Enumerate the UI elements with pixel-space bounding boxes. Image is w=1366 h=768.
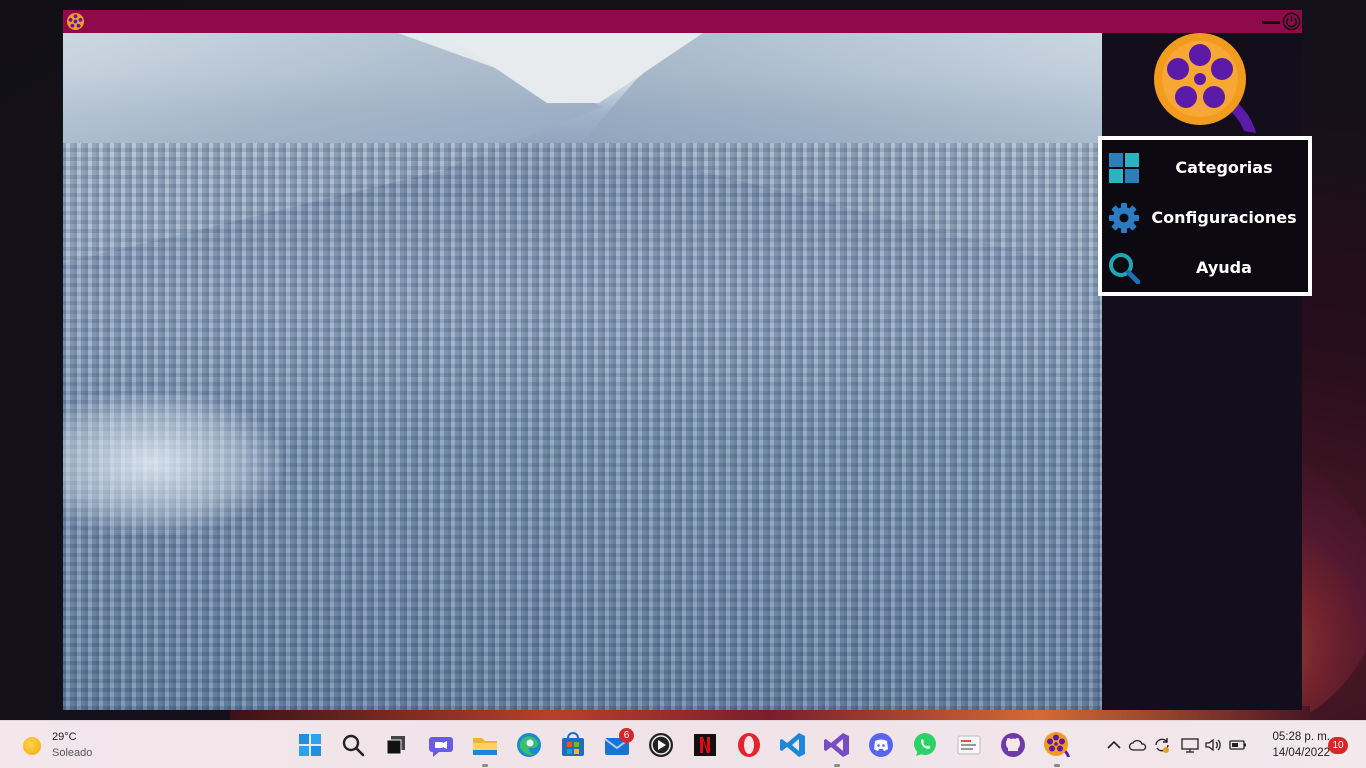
visual-studio-icon bbox=[824, 733, 849, 757]
power-button[interactable] bbox=[1282, 12, 1301, 31]
chevron-up-icon bbox=[1107, 740, 1121, 749]
mail-badge: 6 bbox=[619, 728, 634, 743]
whatsapp-icon bbox=[914, 733, 936, 756]
video-frame-snow bbox=[63, 393, 283, 533]
netflix-button[interactable] bbox=[690, 730, 720, 760]
media-player-icon bbox=[649, 733, 673, 757]
menu-item-label: Categorias bbox=[1175, 158, 1273, 177]
running-indicator bbox=[834, 764, 840, 767]
chat-button[interactable] bbox=[426, 730, 456, 760]
app-logo-icon bbox=[66, 12, 85, 31]
github-button[interactable] bbox=[998, 730, 1028, 760]
running-indicator bbox=[1054, 764, 1060, 767]
main-menu: Categorias Configuraciones Ayuda bbox=[1098, 136, 1312, 296]
video-player[interactable] bbox=[63, 33, 1102, 710]
menu-item-label: Configuraciones bbox=[1151, 208, 1297, 227]
start-icon bbox=[299, 734, 321, 756]
movie-app-icon bbox=[1044, 732, 1070, 757]
onedrive-tray[interactable] bbox=[1128, 735, 1148, 755]
running-indicator bbox=[482, 764, 488, 767]
weather-widget[interactable]: 29°C Soleado bbox=[20, 729, 130, 763]
chat-icon bbox=[429, 737, 453, 757]
weather-temperature: 29°C bbox=[52, 731, 77, 743]
show-hidden-icons-button[interactable] bbox=[1104, 735, 1124, 755]
taskbar: 29°C Soleado 6 05:28 p. m. 14/04/2022 10 bbox=[0, 720, 1366, 768]
grid-icon bbox=[1109, 153, 1139, 183]
whatsapp-button[interactable] bbox=[910, 730, 940, 760]
start-button[interactable] bbox=[295, 730, 325, 760]
visual-studio-button[interactable] bbox=[822, 730, 852, 767]
volume-icon bbox=[1205, 738, 1221, 752]
taskbar-search-button[interactable] bbox=[338, 730, 368, 760]
notes-app-icon bbox=[957, 735, 981, 755]
network-tray[interactable] bbox=[1180, 735, 1200, 755]
sync-icon bbox=[1155, 738, 1169, 753]
minimize-button[interactable] bbox=[1261, 13, 1281, 30]
weather-condition: Soleado bbox=[52, 747, 93, 759]
menu-item-label: Ayuda bbox=[1196, 258, 1252, 277]
volume-tray[interactable] bbox=[1203, 735, 1223, 755]
github-icon bbox=[1001, 733, 1025, 757]
mail-button[interactable]: 6 bbox=[602, 728, 634, 760]
file-explorer-button[interactable] bbox=[470, 730, 500, 767]
netflix-icon bbox=[694, 734, 716, 756]
opera-button[interactable] bbox=[734, 730, 764, 760]
discord-icon bbox=[869, 733, 893, 757]
notes-app-button[interactable] bbox=[954, 730, 984, 760]
notification-count-badge[interactable]: 10 bbox=[1328, 737, 1348, 754]
file-explorer-icon bbox=[473, 738, 497, 755]
menu-item-ayuda[interactable]: Ayuda bbox=[1102, 247, 1308, 289]
sync-tray[interactable] bbox=[1152, 735, 1172, 755]
store-icon bbox=[562, 732, 584, 756]
search-icon bbox=[1109, 253, 1140, 284]
system-clock[interactable]: 05:28 p. m. 14/04/2022 bbox=[1250, 729, 1330, 763]
clock-date: 14/04/2022 bbox=[1272, 747, 1330, 759]
menu-item-configuraciones[interactable]: Configuraciones bbox=[1102, 197, 1308, 239]
clock-time: 05:28 p. m. bbox=[1272, 731, 1330, 743]
network-icon bbox=[1181, 738, 1199, 753]
gear-icon bbox=[1109, 203, 1139, 233]
title-bar[interactable] bbox=[63, 10, 1302, 33]
vscode-icon bbox=[780, 733, 805, 757]
app-window: Categorias Configuraciones Ayuda bbox=[63, 10, 1312, 710]
movie-app-button[interactable] bbox=[1042, 730, 1072, 767]
opera-icon bbox=[738, 733, 760, 757]
menu-item-categorias[interactable]: Categorias bbox=[1102, 147, 1308, 189]
task-view-button[interactable] bbox=[382, 730, 412, 760]
vscode-button[interactable] bbox=[778, 730, 808, 760]
search-icon bbox=[342, 734, 365, 757]
app-logo bbox=[1154, 33, 1256, 133]
edge-button[interactable] bbox=[514, 730, 544, 760]
media-player-button[interactable] bbox=[646, 730, 676, 760]
sun-icon bbox=[23, 737, 41, 755]
battery-icon bbox=[1229, 740, 1246, 750]
onedrive-icon bbox=[1128, 739, 1147, 751]
task-view-icon bbox=[386, 736, 405, 755]
edge-icon bbox=[517, 733, 541, 757]
store-button[interactable] bbox=[558, 730, 588, 760]
battery-tray[interactable] bbox=[1228, 735, 1248, 755]
discord-button[interactable] bbox=[866, 730, 896, 760]
